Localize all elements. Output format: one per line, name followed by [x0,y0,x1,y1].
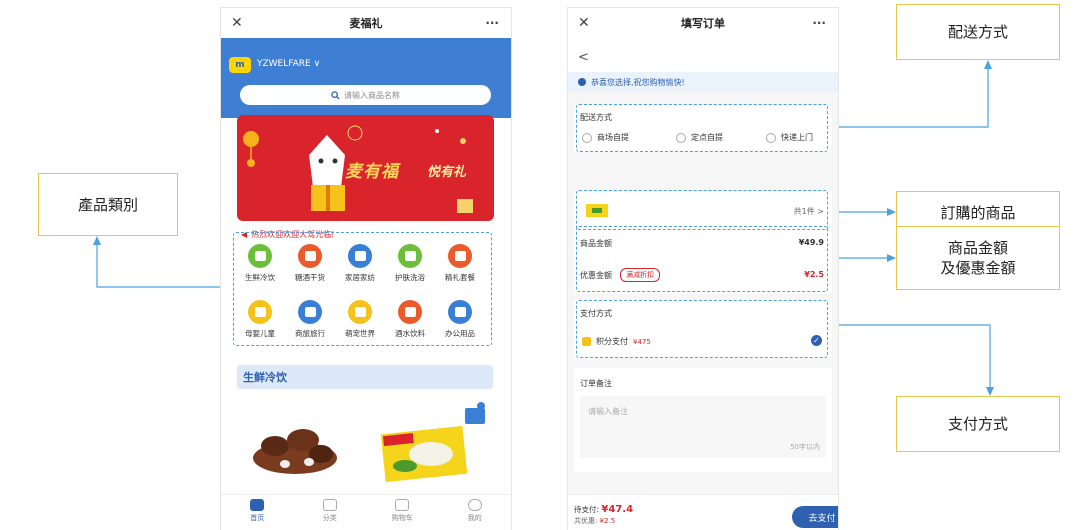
arrowhead-delivery [984,60,992,69]
product-images [253,402,485,483]
arrowhead-category [93,236,101,245]
close-icon[interactable]: ✕ [231,15,243,31]
tab-label: 首页 [250,514,265,522]
user-icon [467,499,482,511]
to-pay-value: ¥47.4 [601,504,634,515]
callout-amounts: 商品金額 及優惠金額 [896,226,1060,290]
cart-icon [395,499,410,511]
page-title: 麦福礼 [349,17,383,30]
arrowhead-payment [986,387,994,396]
arrowhead-items [887,208,896,216]
tab-label: 我的 [467,514,482,522]
chevron-down-icon: ∨ [313,59,321,69]
tab-category[interactable]: 分类 [294,495,367,530]
close-icon[interactable]: ✕ [578,15,590,31]
callout-label: 商品金額 [947,239,1008,257]
bottom-tab-bar: 首页 分类 购物车 我的 [221,494,511,530]
title-bar: ✕ 填写订单 ··· [568,8,838,38]
callout-delivery-method: 配送方式 [896,4,1060,60]
search-placeholder: 请输入商品名称 [344,90,400,100]
pay-button[interactable]: 去支付 [792,506,838,528]
remark-input[interactable]: 请输入备注 50字以内 [580,396,826,458]
callout-payment-method: 支付方式 [896,396,1060,452]
section-header: 生鲜冷饮 [237,365,493,389]
chocolate-product-image [253,429,337,474]
arrowhead-amount [887,254,896,262]
tab-label: 分类 [322,514,337,522]
section-title: 生鲜冷饮 [243,371,287,384]
saved-value: ¥2.5 [599,517,616,525]
to-pay-label: 待支付: [574,505,600,514]
amount-highlight [576,226,828,292]
cart-add-icon [465,402,485,424]
page-title: 填写订单 [681,17,725,30]
tab-profile[interactable]: 我的 [439,495,512,530]
info-icon [578,78,586,86]
callout-label: 產品類別 [77,195,138,214]
callout-label: 訂購的商品 [940,203,1016,222]
leader-line-delivery [828,68,989,128]
leader-line-category [96,244,233,288]
notice-bar: 恭喜您选择,祝您购物愉快! [568,72,838,92]
more-icon[interactable]: ··· [485,16,499,30]
payment-highlight [576,300,828,358]
tab-cart[interactable]: 购物车 [366,495,439,530]
brand-name: YZWELFARE [257,59,311,69]
callout-label: 支付方式 [947,415,1008,433]
remark-counter: 50字以内 [790,443,820,451]
home-icon [250,499,265,511]
header-band [221,38,511,118]
tab-home[interactable]: 首页 [221,495,294,530]
items-highlight [576,190,828,230]
callout-product-category: 產品類別 [38,173,178,236]
notice-text: 恭喜您选择,祝您购物愉快! [591,77,685,87]
leader-line-payment [828,324,991,388]
search-icon [331,90,340,100]
promo-banner[interactable]: 麦有福 悦有礼 [237,115,494,221]
banner-subtitle: 悦有礼 [427,165,467,180]
search-input[interactable]: 请输入商品名称 [240,85,491,105]
remark-placeholder: 请输入备注 [588,407,628,416]
saved-label: 共优惠: [574,517,598,525]
callout-label: 配送方式 [947,23,1008,41]
category-highlight [233,232,492,346]
delivery-highlight [576,104,828,152]
title-bar: ✕ 麦福礼 ··· [221,8,511,38]
callout-label: 及優惠金額 [940,259,1016,277]
remark-label: 订单备注 [580,379,612,388]
grid-icon [322,499,337,511]
banner-title: 麦有福 [345,162,399,182]
more-icon[interactable]: ··· [812,16,826,30]
brand-selector[interactable]: YZWELFARE ∨ [257,59,320,69]
remark-section: 订单备注 请输入备注 50字以内 [574,368,832,472]
dumpling-pack-image [380,425,468,483]
back-icon[interactable]: < [578,50,589,65]
nav-bar: < [568,38,838,72]
brand-logo: m [229,57,251,73]
tab-label: 购物车 [391,514,413,522]
